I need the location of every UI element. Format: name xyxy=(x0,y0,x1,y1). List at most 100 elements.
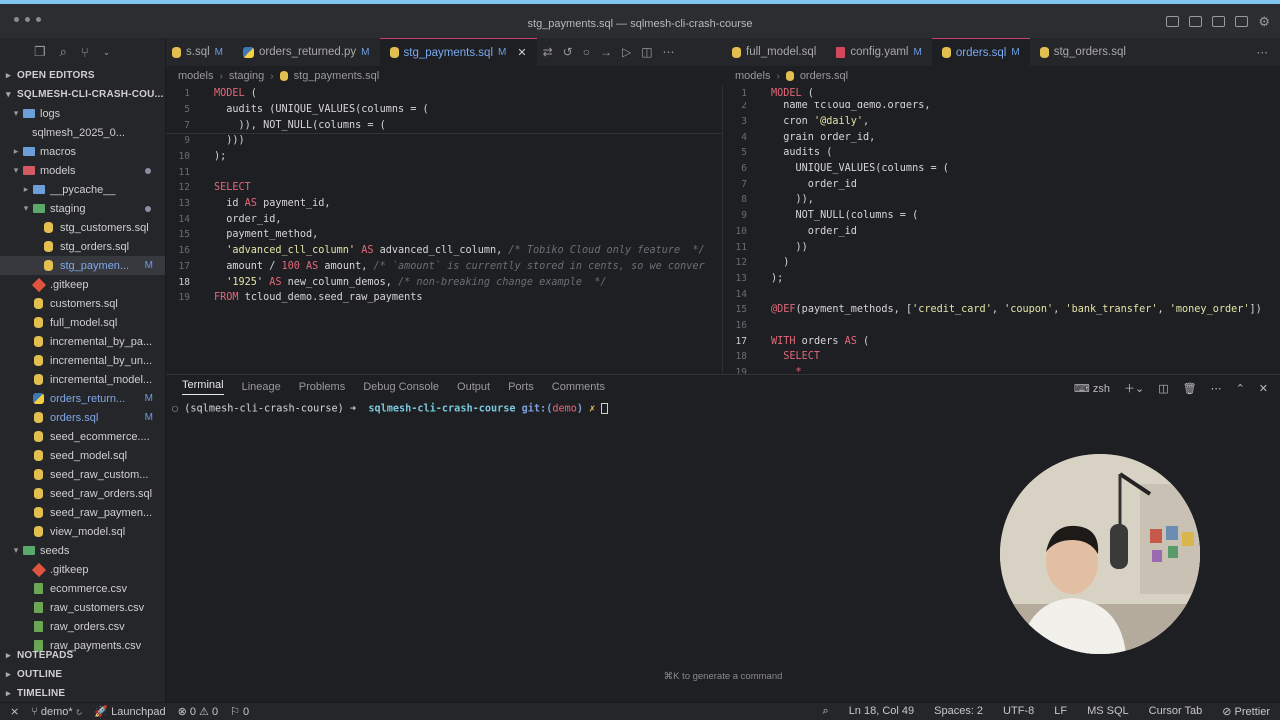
end-of-line[interactable]: LF xyxy=(1054,705,1067,718)
editor-tab[interactable]: stg_payments.sql M ✕ xyxy=(379,38,537,66)
database-icon xyxy=(732,46,741,58)
prettier-status[interactable]: ⊘ Prettier xyxy=(1222,705,1270,718)
previous-change-icon[interactable]: ○ xyxy=(583,45,590,59)
more-actions-icon[interactable]: ⋯ xyxy=(1257,45,1280,59)
breadcrumb-item[interactable]: stg_payments.sql xyxy=(294,70,380,82)
tree-item[interactable]: raw_customers.csv xyxy=(0,598,165,617)
tree-item[interactable]: .gitkeep xyxy=(0,560,165,579)
terminal-output[interactable]: ○ (sqlmesh-cli-crash-course) ➜ sqlmesh-c… xyxy=(166,399,1280,415)
tree-item[interactable]: raw_orders.csv xyxy=(0,617,165,636)
tree-item[interactable]: ▸ __pycache__ xyxy=(0,180,165,199)
explorer-sidebar: ❐ ⌕ ⑂ ⌄ ▸ OPEN EDITORS ▾ SQLMESH-CLI-CRASH… xyxy=(0,38,166,702)
editor-tab[interactable]: stg_orders.sql xyxy=(1030,38,1136,66)
more-actions-icon[interactable]: ⋯ xyxy=(663,45,675,59)
panel-tab[interactable]: Terminal xyxy=(182,379,224,395)
tree-item[interactable]: stg_orders.sql xyxy=(0,237,165,256)
tree-item[interactable]: customers.sql xyxy=(0,294,165,313)
launchpad-button[interactable]: 🚀 Launchpad xyxy=(94,705,165,718)
line-number: 12 xyxy=(178,182,190,194)
tree-item[interactable]: seed_raw_paymen... xyxy=(0,503,165,522)
tree-item[interactable]: seed_raw_orders.sql xyxy=(0,484,165,503)
indentation[interactable]: Spaces: 2 xyxy=(934,705,983,718)
maximize-panel-icon[interactable]: ⌃ xyxy=(1236,382,1245,395)
split-terminal-icon[interactable]: ◫ xyxy=(1158,382,1168,395)
panel-tab[interactable]: Problems xyxy=(299,381,345,393)
cursor-position[interactable]: Ln 18, Col 49 xyxy=(849,705,914,718)
trash-icon[interactable]: 🗑 xyxy=(1183,382,1197,395)
panel-tab[interactable]: Lineage xyxy=(242,381,281,393)
history-icon[interactable]: ↺ xyxy=(563,45,573,59)
tree-item[interactable]: stg_customers.sql xyxy=(0,218,165,237)
outline-section[interactable]: ▸ OUTLINE xyxy=(0,665,165,684)
tree-item[interactable]: seed_model.sql xyxy=(0,446,165,465)
tree-item[interactable]: orders.sql M xyxy=(0,408,165,427)
tree-item[interactable]: ecommerce.csv xyxy=(0,579,165,598)
tree-item[interactable]: seed_raw_custom... xyxy=(0,465,165,484)
encoding[interactable]: UTF-8 xyxy=(1003,705,1034,718)
more-actions-icon[interactable]: ⋯ xyxy=(1211,382,1222,395)
compare-icon[interactable]: ⇄ xyxy=(543,45,553,59)
editor-tab[interactable]: s.sql M xyxy=(166,38,233,66)
tree-item[interactable]: view_model.sql xyxy=(0,522,165,541)
tree-item[interactable]: orders_return... M xyxy=(0,389,165,408)
timeline-section[interactable]: ▸ TIMELINE xyxy=(0,684,165,703)
right-code-editor[interactable]: 1 MODEL ( 2 name tcloud_demo.orders, 3 cro… xyxy=(722,86,1280,374)
tree-item[interactable]: ▸ macros xyxy=(0,142,165,161)
split-editor-icon[interactable]: ◫ xyxy=(641,45,652,59)
toggle-sidebar-icon[interactable] xyxy=(1166,16,1180,27)
panel-tab[interactable]: Comments xyxy=(552,381,605,393)
explorer-icon[interactable]: ❐ xyxy=(34,44,46,60)
new-terminal-icon[interactable]: ＋⌄ xyxy=(1124,380,1144,396)
terminal-icon: ⌨ xyxy=(1073,382,1090,395)
customize-layout-icon[interactable] xyxy=(1235,16,1249,27)
project-root-section[interactable]: ▾ SQLMESH-CLI-CRASH-COU... xyxy=(0,85,165,104)
tree-item[interactable]: ▾ seeds xyxy=(0,541,165,560)
breadcrumb-item[interactable]: staging xyxy=(229,70,264,82)
tree-item[interactable]: .gitkeep xyxy=(0,275,165,294)
terminal-shell-selector[interactable]: ⌨ zsh xyxy=(1074,382,1110,395)
editor-tab[interactable]: orders_returned.py M xyxy=(233,38,380,66)
toggle-secondary-sidebar-icon[interactable] xyxy=(1212,16,1226,27)
database-icon xyxy=(279,71,288,81)
tree-item[interactable]: ▾ models xyxy=(0,161,165,180)
problems-indicator[interactable]: ⊗ 0 ⚠ 0 xyxy=(178,705,219,718)
close-panel-icon[interactable]: ✕ xyxy=(1259,382,1268,395)
editor-tab[interactable]: orders.sql M xyxy=(931,38,1030,66)
breadcrumb-item[interactable]: models xyxy=(178,70,213,82)
tree-item[interactable]: incremental_by_un... xyxy=(0,351,165,370)
tree-item[interactable]: ▾ logs xyxy=(0,104,165,123)
chevron-down-icon[interactable]: ⌄ xyxy=(103,47,111,58)
editor-tab[interactable]: config.yaml M xyxy=(826,38,932,66)
branch-indicator[interactable]: ⑂ demo* ↻ xyxy=(31,706,82,718)
tree-item[interactable]: seed_ecommerce.... xyxy=(0,427,165,446)
breadcrumb-item[interactable]: orders.sql xyxy=(800,70,848,82)
left-code-editor[interactable]: 1 MODEL (5 audits (UNIQUE_VALUES(columns … xyxy=(166,86,722,374)
tree-item[interactable]: ▾ staging xyxy=(0,199,165,218)
close-icon[interactable]: ✕ xyxy=(517,46,526,59)
tree-item[interactable]: full_model.sql xyxy=(0,313,165,332)
language-mode[interactable]: MS SQL xyxy=(1087,705,1129,718)
ports-indicator[interactable]: ⚐ 0 xyxy=(230,705,249,718)
tree-item[interactable]: incremental_by_pa... xyxy=(0,332,165,351)
open-editors-section[interactable]: ▸ OPEN EDITORS xyxy=(0,66,165,85)
run-icon[interactable]: ▷ xyxy=(622,45,631,59)
cursor-tab-toggle[interactable]: Cursor Tab xyxy=(1149,705,1203,718)
toggle-panel-icon[interactable] xyxy=(1189,16,1203,27)
panel-tab[interactable]: Ports xyxy=(508,381,534,393)
database-icon xyxy=(32,297,45,310)
tree-item[interactable]: sqlmesh_2025_0... xyxy=(0,123,165,142)
panel-tab[interactable]: Output xyxy=(457,381,490,393)
remote-icon[interactable]: ⨯ xyxy=(10,705,19,718)
panel-tab[interactable]: Debug Console xyxy=(363,381,439,393)
notepads-section[interactable]: ▸ NOTEPADS xyxy=(0,646,165,665)
search-icon[interactable]: ⌕ xyxy=(60,44,67,60)
tree-item[interactable]: incremental_model... xyxy=(0,370,165,389)
zoom-icon[interactable]: ⌕ xyxy=(823,705,829,718)
breadcrumb-item[interactable]: models xyxy=(735,70,770,82)
next-change-icon[interactable]: → xyxy=(600,45,612,59)
tree-item-label: view_model.sql xyxy=(50,525,126,538)
tree-item[interactable]: stg_paymen... M xyxy=(0,256,165,275)
editor-tab[interactable]: full_model.sql xyxy=(722,38,826,66)
settings-gear-icon[interactable]: ⚙ xyxy=(1258,15,1270,28)
source-control-icon[interactable]: ⑂ xyxy=(81,45,89,60)
